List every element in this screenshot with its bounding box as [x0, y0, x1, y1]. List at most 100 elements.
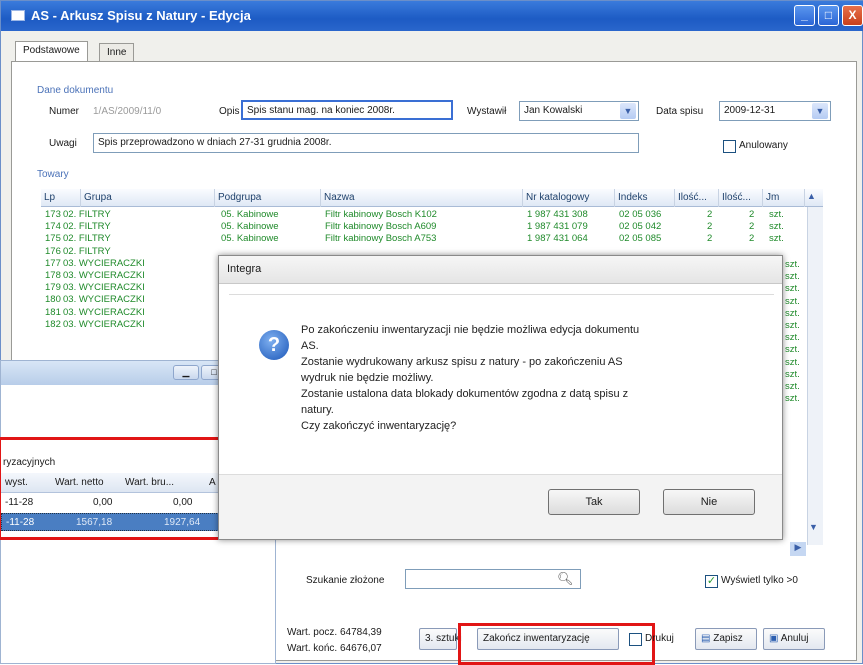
column-header[interactable]: Grupa [81, 189, 215, 207]
cell-nr: 1 987 431 079 [527, 221, 588, 233]
zakoncz-inwentaryzacje-button[interactable]: Zakończ inwentaryzację [477, 628, 619, 650]
scroll-up-icon[interactable]: ▲ [807, 191, 816, 201]
anuluj-label: Anuluj [780, 633, 809, 644]
cell-il2: 2 [749, 209, 755, 220]
numer-value: 1/AS/2009/11/0 [93, 106, 162, 117]
column-header[interactable]: Podgrupa [215, 189, 321, 207]
jm-cell: szt. [785, 307, 800, 319]
search-icon[interactable]: 🔍︎ [557, 571, 574, 587]
grid-header: Lp Grupa Podgrupa Nazwa Nr katalogowy In… [41, 189, 823, 207]
wart-konc: Wart. końc. 64676,07 [287, 643, 382, 654]
column-header[interactable]: Nr katalogowy [523, 189, 615, 207]
cell-grupa: 03. WYCIERACZKI [63, 306, 145, 318]
cell-grupa: 03. WYCIERACZKI [63, 294, 145, 306]
cell-jm: szt. [769, 233, 784, 245]
jm-cell: szt. [785, 368, 800, 380]
secondary-minimize-button[interactable]: ▁ [173, 365, 199, 380]
cell-grupa: 03. WYCIERACZKI [63, 270, 145, 281]
jm-cell: szt. [785, 271, 800, 283]
cell-nazwa: Filtr kabinowy Bosch A609 [325, 221, 437, 233]
window-title: AS - Arkusz Spisu z Natury - Edycja [31, 8, 251, 23]
cell-lp: 175 [45, 233, 61, 245]
cell-il2: 2 [749, 221, 755, 233]
column-header[interactable]: Indeks [615, 189, 675, 207]
cell-lp: 179 [45, 282, 61, 294]
cell-grupa: 02. FILTRY [63, 245, 111, 257]
cell-podgrupa: 05. Kabinowe [221, 233, 279, 245]
cell-lp: 174 [45, 221, 61, 233]
cell-nazwa: Filtr kabinowy Bosch A753 [325, 233, 437, 245]
cell-jm: szt. [769, 209, 784, 220]
jm-cell: szt. [785, 381, 800, 392]
cell-grupa: 02. FILTRY [63, 209, 111, 220]
wystawil-select[interactable]: Jan Kowalski ▼ [519, 101, 639, 121]
drukuj-label: Drukuj [645, 633, 674, 644]
jm-cell: szt. [785, 393, 800, 405]
cell-il1: 2 [707, 209, 713, 220]
close-button[interactable]: X [842, 5, 863, 26]
cell-nr: 1 987 431 064 [527, 233, 588, 245]
cell-indeks: 02 05 042 [619, 221, 662, 233]
divider [229, 294, 774, 295]
numer-label: Numer [49, 106, 80, 117]
anuluj-button[interactable]: ▣ Anuluj [763, 628, 825, 650]
cell-il2: 2 [749, 233, 755, 245]
dane-dokumentu-label: Dane dokumentu [37, 85, 114, 96]
cell-podgrupa: 05. Kabinowe [221, 221, 279, 233]
cell-lp: 176 [45, 245, 61, 257]
table-row[interactable]: 175 02. FILTRY 05. Kabinowe Filtr kabinowy … [45, 233, 805, 245]
column-header[interactable]: Lp [41, 189, 81, 207]
nie-button[interactable]: Nie [663, 489, 755, 515]
jm-cell: szt. [785, 344, 800, 356]
calendar-dropdown-icon[interactable]: ▼ [812, 103, 828, 119]
sztuki-button[interactable]: 3. sztuki [419, 628, 462, 650]
szukanie-input[interactable] [405, 569, 581, 589]
highlight-box [0, 437, 253, 540]
tab-inne[interactable]: Inne [99, 43, 135, 61]
tab-podstawowe[interactable]: Podstawowe [15, 41, 88, 61]
scroll-down-icon[interactable]: ▼ [809, 522, 818, 532]
dialog-message-line: Po zakończeniu inwentaryzacji nie będzie… [301, 324, 640, 336]
grid-vertical-scrollbar[interactable]: ▼ [807, 207, 823, 545]
dialog-title: Integra [219, 256, 782, 284]
dialog-message: Po zakończeniu inwentaryzacji nie będzie… [301, 322, 761, 434]
cell-nr: 1 987 431 308 [527, 209, 588, 220]
cell-il1: 2 [707, 221, 713, 233]
wyswietl-checkbox[interactable]: ✓ [705, 575, 718, 588]
column-header[interactable]: Nazwa [321, 189, 523, 207]
zapisz-button[interactable]: ▤ Zapisz [695, 628, 757, 650]
maximize-button[interactable]: □ [818, 5, 839, 26]
drukuj-checkbox[interactable] [629, 633, 642, 646]
szukanie-label: Szukanie złożone [306, 575, 385, 586]
wystawil-label: Wystawił [467, 106, 507, 117]
column-header[interactable]: Jm [763, 189, 805, 207]
table-row[interactable]: 173 02. FILTRY 05. Kabinowe Filtr kabinowy … [45, 209, 805, 221]
cell-grupa: 02. FILTRY [63, 221, 111, 233]
cell-lp: 173 [45, 209, 61, 220]
dialog-message-line: Zostanie ustalona data blokady dokumentó… [301, 388, 629, 400]
cell-jm: szt. [769, 221, 784, 233]
anulowany-checkbox[interactable] [723, 140, 736, 153]
cell-indeks: 02 05 085 [619, 233, 662, 245]
jm-cell: szt. [785, 320, 800, 331]
table-row[interactable]: 174 02. FILTRY 05. Kabinowe Filtr kabinowy … [45, 221, 805, 233]
tak-button[interactable]: Tak [548, 489, 640, 515]
dialog-message-line: natury. [301, 404, 334, 416]
cell-lp: 177 [45, 257, 61, 269]
column-header[interactable]: Ilość... [719, 189, 763, 207]
cell-indeks: 02 05 036 [619, 209, 662, 220]
data-spisu-input[interactable]: 2009-12-31 ▼ [719, 101, 831, 121]
minimize-button[interactable]: _ [794, 5, 815, 26]
cancel-icon: ▣ [769, 633, 781, 644]
cell-grupa: 03. WYCIERACZKI [63, 318, 145, 330]
cell-lp: 181 [45, 306, 61, 318]
jm-cell: szt. [785, 295, 800, 307]
anulowany-label: Anulowany [739, 140, 788, 151]
column-header[interactable]: Ilość... [675, 189, 719, 207]
opis-input[interactable]: Spis stanu mag. na koniec 2008r. [241, 100, 453, 120]
chevron-down-icon[interactable]: ▼ [620, 103, 636, 119]
cell-lp: 178 [45, 270, 61, 281]
uwagi-input[interactable]: Spis przeprowadzono w dniach 27-31 grudn… [93, 133, 639, 153]
cell-podgrupa: 05. Kabinowe [221, 209, 279, 220]
data-spisu-label: Data spisu [656, 106, 704, 117]
